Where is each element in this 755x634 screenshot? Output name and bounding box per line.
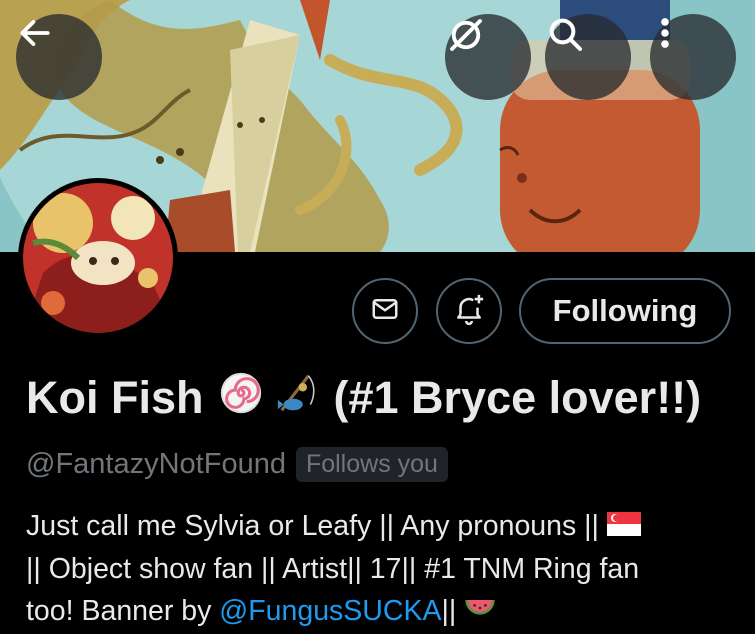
message-button[interactable] — [352, 278, 418, 344]
follows-you-badge: Follows you — [295, 446, 448, 482]
bio-line-2: || Object show fan || Artist|| 17|| #1 T… — [26, 553, 640, 586]
grok-button[interactable] — [445, 14, 531, 100]
following-button[interactable]: Following — [519, 278, 731, 344]
mention-link[interactable]: @FungusSUCKA — [219, 595, 441, 627]
more-button[interactable] — [650, 14, 736, 100]
username-handle: @FantazyNotFound — [26, 447, 286, 480]
bio-line-1: Just call me Sylvia or Leafy || Any pron… — [26, 505, 746, 548]
avatar-image — [23, 183, 173, 333]
avatar[interactable] — [18, 178, 178, 338]
bell-plus-icon — [452, 292, 486, 331]
display-name-main: Koi Fish — [26, 372, 204, 423]
profile-bio: Just call me Sylvia or Leafy || Any pron… — [26, 505, 746, 634]
narutomaki-emoji — [218, 370, 264, 427]
envelope-icon — [370, 294, 400, 329]
fishing-pole-emoji — [274, 370, 320, 427]
bio-line-3: too! Banner by @FungusSUCKA|| — [26, 590, 746, 633]
handle-row: @FantazyNotFound Follows you — [26, 444, 448, 484]
back-button[interactable] — [16, 14, 102, 100]
display-name: Koi Fish (#1 Bryce lover!!) — [26, 368, 701, 428]
watermelon-emoji — [464, 592, 496, 634]
notifications-button[interactable] — [436, 278, 502, 344]
search-button[interactable] — [545, 14, 631, 100]
display-name-suffix: (#1 Bryce lover!!) — [333, 372, 702, 423]
singapore-flag-emoji — [606, 506, 641, 548]
